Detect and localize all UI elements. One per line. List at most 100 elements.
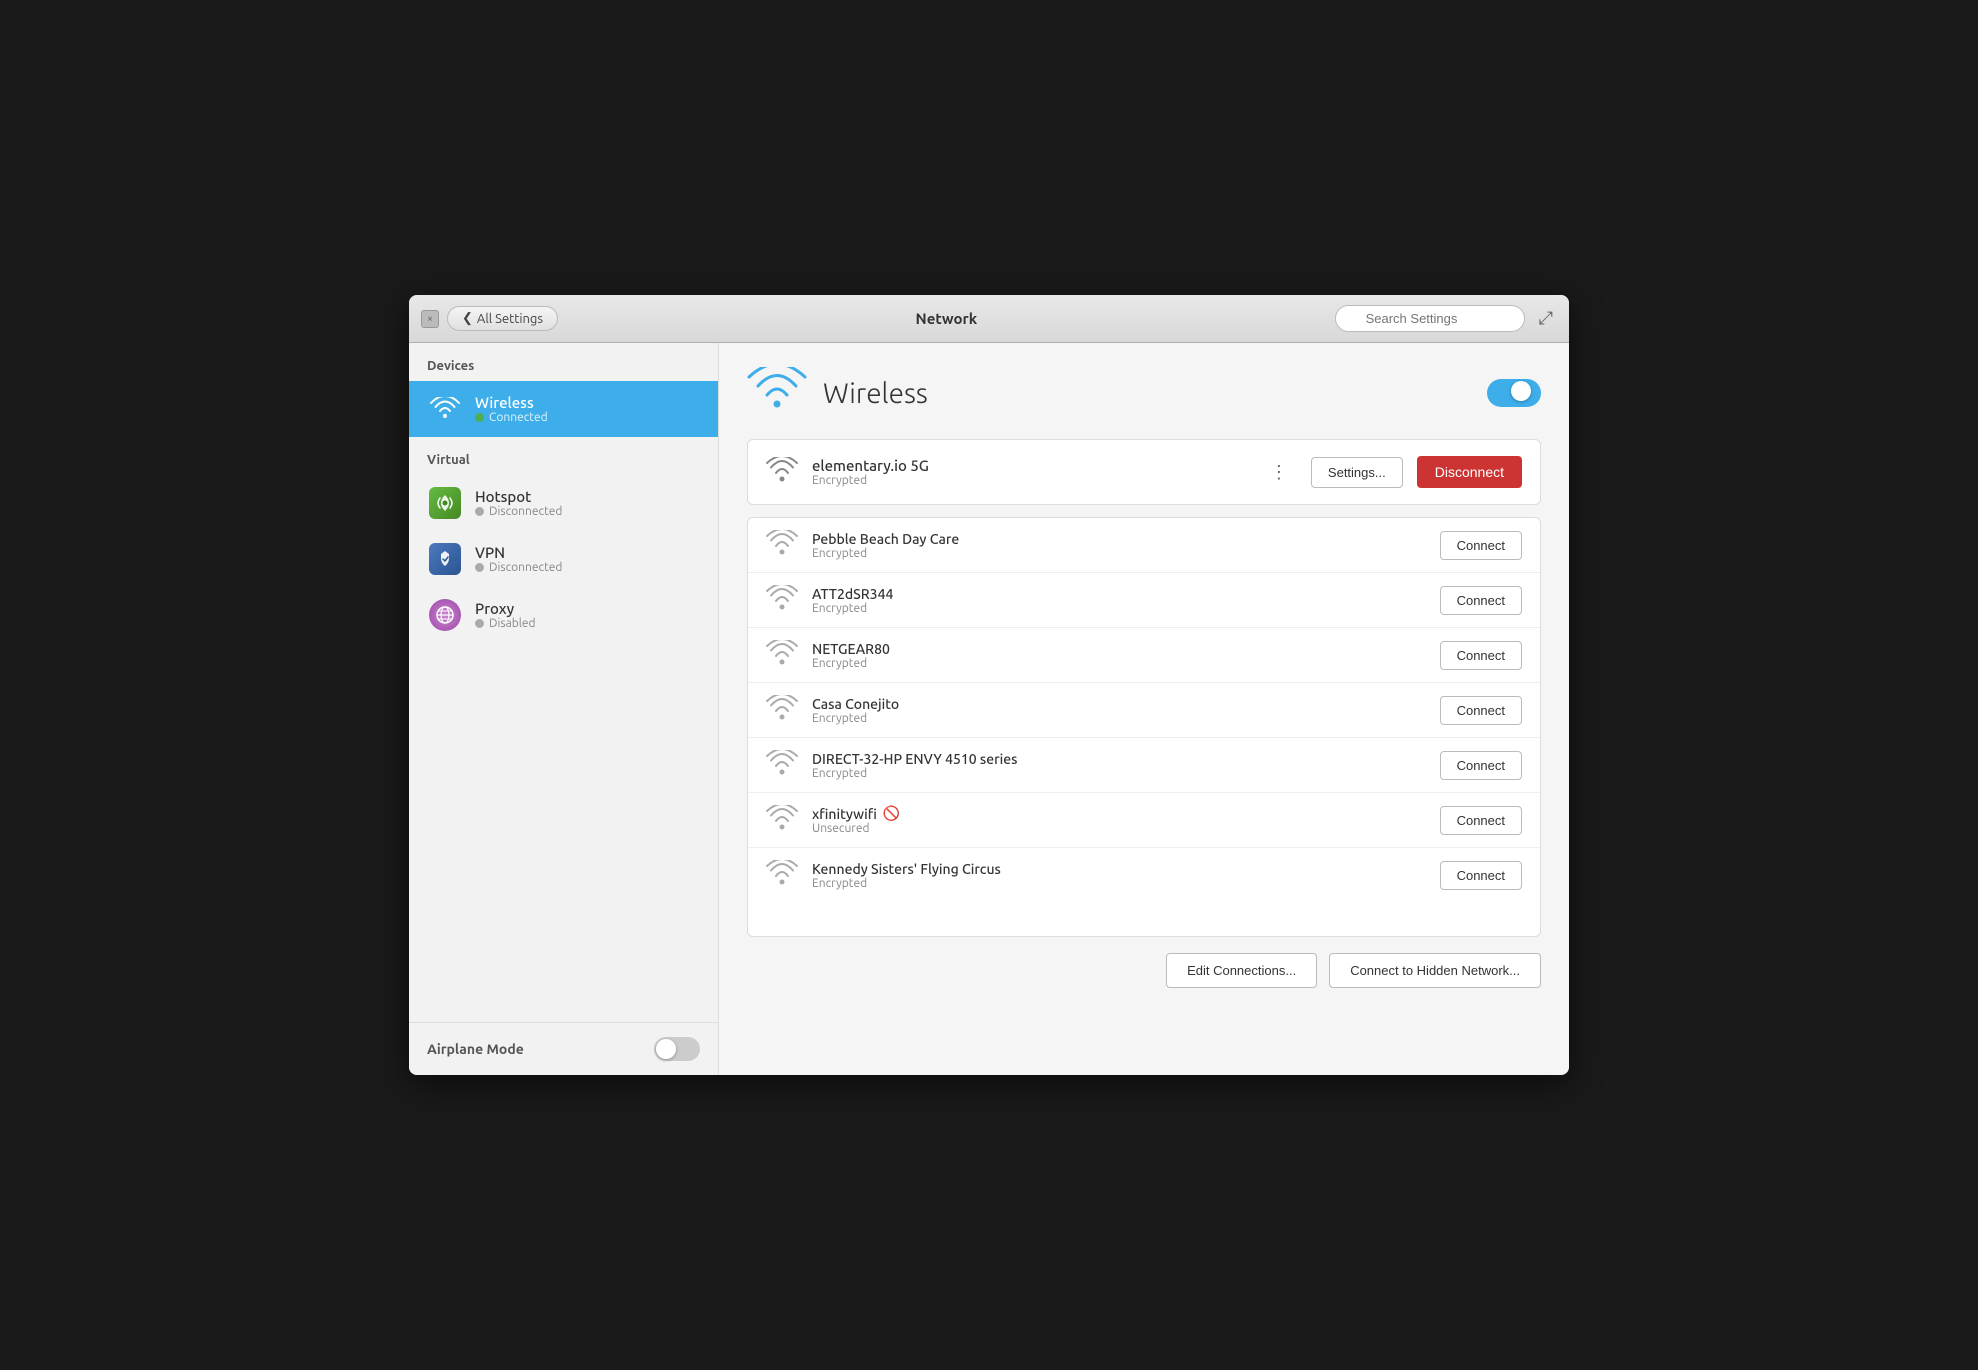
connect-button[interactable]: Connect [1440,531,1522,560]
sidebar-footer: Airplane Mode [409,1022,718,1075]
proxy-status-dot [475,619,484,628]
network-security: Encrypted [812,877,1426,890]
vpn-icon [427,541,463,577]
connect-button[interactable]: Connect [1440,641,1522,670]
airplane-mode-toggle[interactable] [654,1037,700,1061]
vpn-status: Disconnected [475,561,562,574]
network-ssid: Pebble Beach Day Care [812,531,1426,547]
hotspot-status: Disconnected [475,505,562,518]
panel-title: Wireless [823,378,1487,409]
wireless-status: Connected [475,411,548,424]
virtual-section-title: Virtual [409,437,718,475]
network-wifi-icon [766,585,798,615]
proxy-text: Proxy Disabled [475,600,536,630]
network-list-item: DIRECT-32-HP ENVY 4510 series Encrypted … [748,738,1540,793]
proxy-name: Proxy [475,600,536,617]
wireless-text: Wireless Connected [475,394,548,424]
chevron-left-icon: ❮ [462,311,473,326]
connected-info: elementary.io 5G Encrypted [812,457,1248,487]
more-options-button[interactable]: ⋮ [1262,460,1297,485]
proxy-status-text: Disabled [489,617,536,630]
network-wifi-icon [766,805,798,835]
network-wifi-icon [766,860,798,890]
hotspot-name: Hotspot [475,488,562,505]
network-info: ATT2dSR344 Encrypted [812,586,1426,615]
sidebar-item-vpn[interactable]: VPN Disconnected [409,531,718,587]
window-title: Network [558,310,1335,327]
unsecured-icon: 🚫 [883,805,900,822]
network-settings-button[interactable]: Settings... [1311,457,1403,488]
network-ssid: Casa Conejito [812,696,1426,712]
network-list-item: Kennedy Sisters' Flying Circus Encrypted… [748,848,1540,902]
network-list-item: Casa Conejito Encrypted Connect [748,683,1540,738]
connected-security: Encrypted [812,474,1248,487]
network-info: Casa Conejito Encrypted [812,696,1426,725]
sidebar-item-wireless[interactable]: Wireless Connected [409,381,718,437]
wireless-icon [427,391,463,427]
network-info: Kennedy Sisters' Flying Circus Encrypted [812,861,1426,890]
vpn-text: VPN Disconnected [475,544,562,574]
search-input[interactable] [1335,305,1525,332]
network-info: Pebble Beach Day Care Encrypted [812,531,1426,560]
connect-button[interactable]: Connect [1440,586,1522,615]
connect-button[interactable]: Connect [1440,806,1522,835]
connect-button[interactable]: Connect [1440,751,1522,780]
connected-wifi-icon [766,457,798,487]
hotspot-icon [427,485,463,521]
network-settings-window: × ❮ All Settings Network 🔍 ⤢ Devices [409,295,1569,1075]
network-security: Encrypted [812,712,1426,725]
network-wifi-icon [766,530,798,560]
vpn-status-text: Disconnected [489,561,562,574]
sidebar-item-proxy[interactable]: Proxy Disabled [409,587,718,643]
network-ssid: xfinitywifi🚫 [812,805,1426,822]
vpn-name: VPN [475,544,562,561]
hotspot-status-text: Disconnected [489,505,562,518]
network-security: Encrypted [812,547,1426,560]
network-wifi-icon [766,695,798,725]
network-ssid: Kennedy Sisters' Flying Circus [812,861,1426,877]
back-label: All Settings [477,312,543,326]
network-info: xfinitywifi🚫 Unsecured [812,805,1426,835]
panel-header: Wireless [747,367,1541,419]
airplane-mode-label: Airplane Mode [427,1041,524,1057]
connected-network-card: elementary.io 5G Encrypted ⋮ Settings...… [747,439,1541,505]
network-info: NETGEAR80 Encrypted [812,641,1426,670]
vpn-status-dot [475,563,484,572]
hidden-network-button[interactable]: Connect to Hidden Network... [1329,953,1541,988]
panel-wifi-icon [747,367,807,419]
back-button[interactable]: ❮ All Settings [447,306,558,331]
panel-footer: Edit Connections... Connect to Hidden Ne… [747,953,1541,988]
network-ssid: NETGEAR80 [812,641,1426,657]
hotspot-status-dot [475,507,484,516]
network-list-item: Pebble Beach Day Care Encrypted Connect [748,518,1540,573]
close-button[interactable]: × [421,310,439,328]
proxy-status: Disabled [475,617,536,630]
wireless-name: Wireless [475,394,548,411]
disconnect-button[interactable]: Disconnect [1417,456,1522,488]
edit-connections-button[interactable]: Edit Connections... [1166,953,1317,988]
network-security: Encrypted [812,657,1426,670]
titlebar: × ❮ All Settings Network 🔍 ⤢ [409,295,1569,343]
main-content: Devices Wireless Connecte [409,343,1569,1075]
network-items-container: Pebble Beach Day Care Encrypted Connect … [748,518,1540,902]
network-list-item: xfinitywifi🚫 Unsecured Connect [748,793,1540,848]
main-panel: Wireless elementary.io 5G Encrypted [719,343,1569,1075]
network-security: Encrypted [812,602,1426,615]
network-ssid: ATT2dSR344 [812,586,1426,602]
network-list: Pebble Beach Day Care Encrypted Connect … [747,517,1541,937]
network-info: DIRECT-32-HP ENVY 4510 series Encrypted [812,751,1426,780]
hotspot-text: Hotspot Disconnected [475,488,562,518]
network-wifi-icon [766,750,798,780]
connect-button[interactable]: Connect [1440,861,1522,890]
expand-button[interactable]: ⤢ [1535,304,1557,333]
proxy-icon [427,597,463,633]
network-wifi-icon [766,640,798,670]
sidebar-item-hotspot[interactable]: Hotspot Disconnected [409,475,718,531]
connect-button[interactable]: Connect [1440,696,1522,725]
network-list-item: NETGEAR80 Encrypted Connect [748,628,1540,683]
wireless-toggle[interactable] [1487,379,1541,407]
connected-ssid: elementary.io 5G [812,457,1248,474]
search-container: 🔍 [1335,305,1525,332]
network-security: Encrypted [812,767,1426,780]
wireless-status-text: Connected [489,411,548,424]
